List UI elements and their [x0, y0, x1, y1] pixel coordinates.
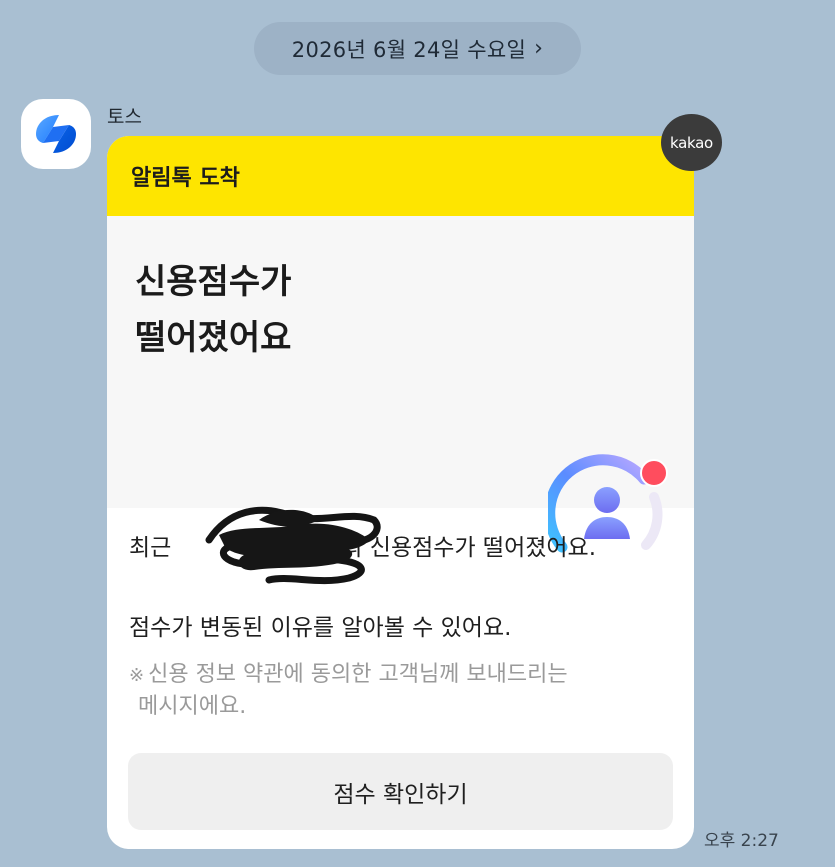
check-score-button[interactable]: 점수 확인하기: [128, 753, 673, 830]
body-line-2: 점수가 변동된 이유를 알아볼 수 있어요.: [129, 615, 512, 641]
date-separator[interactable]: 2026년 6월 24일 수요일 ›: [254, 22, 581, 75]
notice-line-1: 신용 정보 약관에 동의한 고객님께 보내드리는: [148, 662, 568, 687]
date-label: 2026년 6월 24일 수요일: [291, 37, 527, 62]
notice-mark: ※: [129, 665, 145, 686]
page-title: 신용점수가 떨어졌어요: [135, 254, 291, 366]
chevron-right-icon: ›: [534, 36, 544, 61]
notice-line-2: 메시지에요.: [138, 694, 247, 719]
message-time: 오후 2:27: [704, 831, 779, 851]
card-hero: 신용점수가 떨어졌어요: [107, 216, 694, 553]
card-header: 알림톡 도착: [107, 136, 694, 216]
toss-logo-icon: [36, 115, 76, 153]
redaction-scribble: [205, 506, 381, 585]
alimtalk-card: 알림톡 도착 신용점수가 떨어졌어요 최근 의 신용점수가 떨어졌어요. 점수가…: [107, 136, 694, 849]
sender-name: 토스: [107, 106, 142, 128]
notice-text: ※ 신용 정보 약관에 동의한 고객님께 보내드리는 메시지에요.: [129, 659, 674, 722]
avatar[interactable]: [21, 99, 91, 169]
title-line-1: 신용점수가: [135, 262, 292, 302]
kakao-badge: kakao: [661, 114, 722, 171]
title-line-2: 떨어졌어요: [135, 318, 292, 358]
body-prefix: 최근: [129, 535, 172, 561]
